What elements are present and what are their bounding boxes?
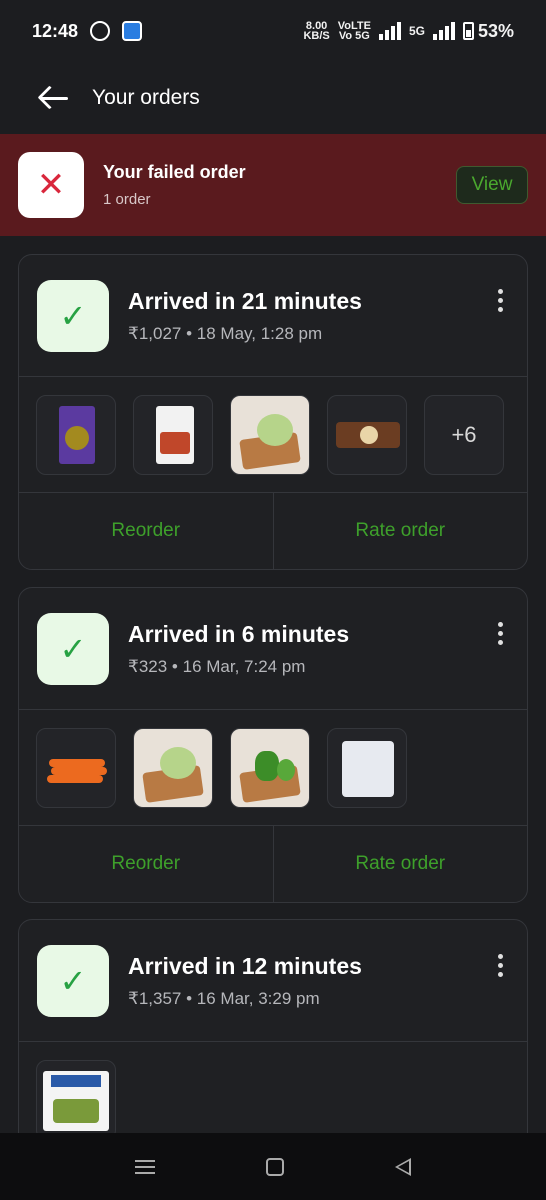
product-thumbnail xyxy=(327,727,407,808)
order-amount: ₹323 xyxy=(128,656,168,676)
signal-icon xyxy=(378,22,401,40)
product-thumbnail xyxy=(230,727,310,808)
rate-order-button[interactable]: Rate order xyxy=(272,493,528,569)
volte-indicator: VoLTE Vo 5G xyxy=(337,20,371,42)
failed-order-banner[interactable]: ✕ Your failed order 1 order View xyxy=(0,134,546,236)
network-speed: 8.00 KB/S xyxy=(303,20,330,42)
delivered-badge: ✓ xyxy=(37,279,109,352)
app-header: Your orders xyxy=(0,62,546,134)
failed-order-title: Your failed order xyxy=(103,162,246,182)
product-thumbnail xyxy=(36,727,116,808)
back-icon[interactable] xyxy=(394,1157,411,1176)
battery-indicator: 53% xyxy=(462,21,514,42)
order-date: 16 Mar, 3:29 pm xyxy=(196,988,320,1008)
more-options-icon[interactable] xyxy=(498,289,503,312)
delivered-badge: ✓ xyxy=(37,944,109,1017)
checkmark-icon: ✓ xyxy=(59,962,87,999)
home-icon[interactable] xyxy=(265,1157,284,1176)
order-meta: ₹323 • 16 Mar, 7:24 pm xyxy=(128,656,306,676)
view-button[interactable]: View xyxy=(456,166,528,204)
more-items-count: +6 xyxy=(424,394,504,475)
order-meta: ₹1,357 • 16 Mar, 3:29 pm xyxy=(128,988,320,1008)
product-thumbnail xyxy=(327,394,407,475)
reorder-button[interactable]: Reorder xyxy=(19,826,273,902)
order-status: Arrived in 12 minutes xyxy=(128,952,362,979)
order-date: 16 Mar, 7:24 pm xyxy=(182,656,306,676)
product-thumbnail xyxy=(36,1060,116,1140)
order-card[interactable]: ✓ Arrived in 21 minutes ₹1,027 • 18 May,… xyxy=(18,254,528,570)
failed-status-badge: ✕ xyxy=(18,152,84,218)
back-arrow-icon[interactable] xyxy=(38,86,72,110)
product-thumbnail xyxy=(230,394,310,475)
whatsapp-icon xyxy=(90,21,111,41)
clock: 12:48 xyxy=(32,20,79,41)
page-title: Your orders xyxy=(92,86,200,109)
order-amount: ₹1,357 xyxy=(128,988,182,1008)
order-card[interactable]: ✓ Arrived in 6 minutes ₹323 • 16 Mar, 7:… xyxy=(18,587,528,903)
more-options-icon[interactable] xyxy=(498,954,503,977)
reorder-button[interactable]: Reorder xyxy=(19,493,273,569)
app-notification-icon xyxy=(122,21,143,41)
system-nav-bar xyxy=(0,1133,546,1200)
order-amount: ₹1,027 xyxy=(128,323,182,343)
order-status: Arrived in 21 minutes xyxy=(128,287,362,314)
status-bar: 12:48 8.00 KB/S VoLTE Vo 5G 5G 53% xyxy=(0,0,546,62)
product-thumbnail xyxy=(133,727,213,808)
close-icon: ✕ xyxy=(36,166,66,204)
network-type: 5G xyxy=(408,24,425,38)
battery-icon xyxy=(462,22,474,40)
order-items: +6 xyxy=(19,377,527,493)
checkmark-icon: ✓ xyxy=(59,297,87,334)
checkmark-icon: ✓ xyxy=(59,630,87,667)
order-date: 18 May, 1:28 pm xyxy=(196,323,323,343)
failed-order-count: 1 order xyxy=(103,191,151,208)
product-thumbnail xyxy=(36,394,116,475)
order-meta: ₹1,027 • 18 May, 1:28 pm xyxy=(128,323,323,343)
delivered-badge: ✓ xyxy=(37,612,109,685)
signal-icon-2 xyxy=(432,22,455,40)
recents-icon[interactable] xyxy=(135,1159,156,1174)
order-status: Arrived in 6 minutes xyxy=(128,620,350,647)
order-items xyxy=(19,710,527,826)
more-options-icon[interactable] xyxy=(498,622,503,645)
product-thumbnail xyxy=(133,394,213,475)
rate-order-button[interactable]: Rate order xyxy=(272,826,528,902)
